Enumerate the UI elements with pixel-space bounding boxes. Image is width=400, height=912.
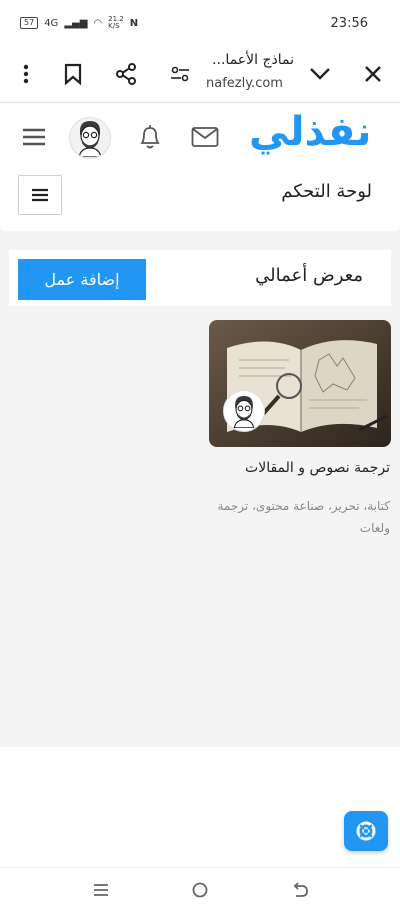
portfolio-item-avatar [223,390,265,432]
portfolio-item-title[interactable]: ترجمة نصوص و المقالات [245,460,390,476]
mail-icon[interactable] [191,123,219,151]
portfolio-item-image[interactable] [209,320,391,447]
system-navbar [0,867,400,912]
battery-icon: 57 [20,17,39,29]
home-icon[interactable] [186,876,214,904]
recent-apps-icon[interactable] [87,876,115,904]
status-bar: 57 4G ▂▄▆ ◠ 21.2 K/S N 23:56 [0,0,400,48]
portfolio-header: إضافة عمل معرض أعمالي [9,250,391,306]
share-icon[interactable] [112,60,140,88]
bell-icon[interactable] [136,123,164,151]
hamburger-icon[interactable] [20,123,48,151]
signal-icon: ▂▄▆ [64,17,88,29]
tune-icon[interactable] [166,60,194,88]
page-title[interactable]: نماذج الأعما... [212,52,294,68]
add-work-button[interactable]: إضافة عمل [18,259,146,300]
more-vert-icon[interactable] [12,60,40,88]
clock: 23:56 [330,16,368,31]
site-header: نفذلي [0,103,400,174]
portfolio-title: معرض أعمالي [255,265,363,286]
help-button[interactable] [344,811,388,851]
page-url[interactable]: nafezly.com [206,76,283,91]
close-icon[interactable] [359,60,387,88]
dashboard-title: لوحة التحكم [281,181,372,202]
portfolio-item-tags: كتابة، تحرير، صناعة محتوى، ترجمة ولغات [217,499,390,535]
nfc-icon: N [129,17,139,29]
site-logo[interactable]: نفذلي [249,109,371,155]
status-icons: 57 4G ▂▄▆ ◠ 21.2 K/S N [20,16,138,30]
chevron-down-icon[interactable] [306,60,334,88]
speed-label: 21.2 K/S [108,15,124,30]
avatar[interactable] [69,117,111,159]
wifi-icon: ◠ [93,17,103,29]
bookmark-icon[interactable] [59,60,87,88]
dashboard-menu-button[interactable] [18,175,62,215]
main-content: لوحة التحكم إضافة عمل معرض أعمالي ترجمة … [0,173,400,747]
browser-toolbar: نماذج الأعما... nafezly.com [0,48,400,103]
back-icon[interactable] [286,876,314,904]
dashboard-bar: لوحة التحكم [0,173,400,231]
network-label: 4G [44,17,59,29]
